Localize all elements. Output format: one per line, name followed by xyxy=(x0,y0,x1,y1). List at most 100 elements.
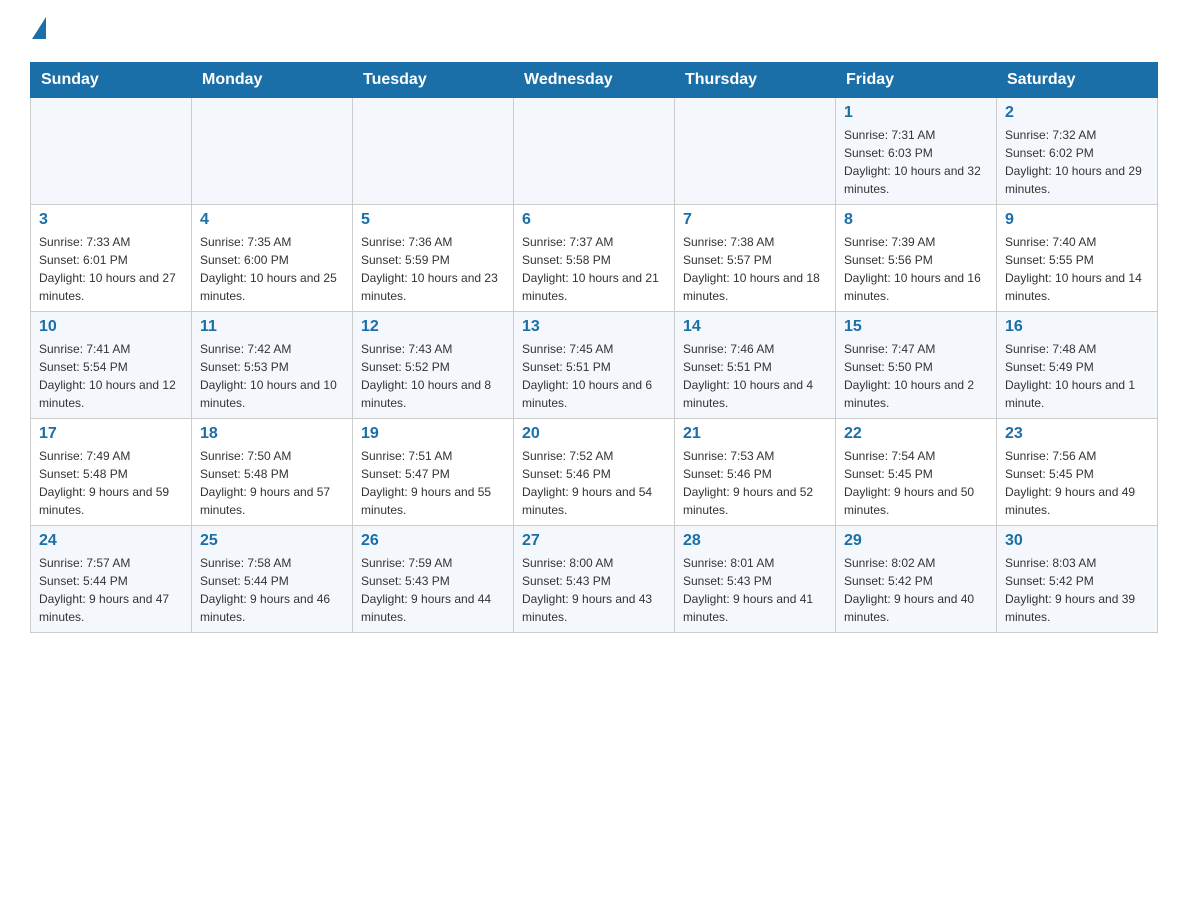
day-of-week-header: Monday xyxy=(192,63,353,98)
day-number: 5 xyxy=(361,211,505,229)
calendar-cell: 22 Sunrise: 7:54 AM Sunset: 5:45 PM Dayli… xyxy=(836,419,997,526)
day-number: 14 xyxy=(683,318,827,336)
day-number: 2 xyxy=(1005,104,1149,122)
day-info: Sunrise: 7:38 AM Sunset: 5:57 PM Dayligh… xyxy=(683,233,827,305)
calendar-cell: 12 Sunrise: 7:43 AM Sunset: 5:52 PM Dayli… xyxy=(353,312,514,419)
day-info: Sunrise: 7:48 AM Sunset: 5:49 PM Dayligh… xyxy=(1005,340,1149,412)
calendar-cell: 25 Sunrise: 7:58 AM Sunset: 5:44 PM Dayli… xyxy=(192,526,353,633)
day-info: Sunrise: 7:41 AM Sunset: 5:54 PM Dayligh… xyxy=(39,340,183,412)
day-number: 17 xyxy=(39,425,183,443)
day-info: Sunrise: 8:00 AM Sunset: 5:43 PM Dayligh… xyxy=(522,554,666,626)
calendar-cell: 29 Sunrise: 8:02 AM Sunset: 5:42 PM Dayli… xyxy=(836,526,997,633)
calendar-cell: 17 Sunrise: 7:49 AM Sunset: 5:48 PM Dayli… xyxy=(31,419,192,526)
day-number: 16 xyxy=(1005,318,1149,336)
day-info: Sunrise: 7:32 AM Sunset: 6:02 PM Dayligh… xyxy=(1005,126,1149,198)
calendar-cell: 30 Sunrise: 8:03 AM Sunset: 5:42 PM Dayli… xyxy=(997,526,1158,633)
day-number: 3 xyxy=(39,211,183,229)
day-info: Sunrise: 7:56 AM Sunset: 5:45 PM Dayligh… xyxy=(1005,447,1149,519)
calendar-table: SundayMondayTuesdayWednesdayThursdayFrid… xyxy=(30,62,1158,633)
day-info: Sunrise: 7:42 AM Sunset: 5:53 PM Dayligh… xyxy=(200,340,344,412)
calendar-week-row: 3 Sunrise: 7:33 AM Sunset: 6:01 PM Daylig… xyxy=(31,205,1158,312)
day-of-week-header: Thursday xyxy=(675,63,836,98)
day-number: 6 xyxy=(522,211,666,229)
day-number: 12 xyxy=(361,318,505,336)
day-number: 8 xyxy=(844,211,988,229)
day-info: Sunrise: 7:35 AM Sunset: 6:00 PM Dayligh… xyxy=(200,233,344,305)
day-info: Sunrise: 7:51 AM Sunset: 5:47 PM Dayligh… xyxy=(361,447,505,519)
day-info: Sunrise: 7:33 AM Sunset: 6:01 PM Dayligh… xyxy=(39,233,183,305)
calendar-cell: 4 Sunrise: 7:35 AM Sunset: 6:00 PM Daylig… xyxy=(192,205,353,312)
calendar-header-row: SundayMondayTuesdayWednesdayThursdayFrid… xyxy=(31,63,1158,98)
day-info: Sunrise: 8:01 AM Sunset: 5:43 PM Dayligh… xyxy=(683,554,827,626)
calendar-week-row: 1 Sunrise: 7:31 AM Sunset: 6:03 PM Daylig… xyxy=(31,98,1158,205)
day-info: Sunrise: 7:46 AM Sunset: 5:51 PM Dayligh… xyxy=(683,340,827,412)
calendar-cell: 11 Sunrise: 7:42 AM Sunset: 5:53 PM Dayli… xyxy=(192,312,353,419)
day-info: Sunrise: 7:40 AM Sunset: 5:55 PM Dayligh… xyxy=(1005,233,1149,305)
calendar-week-row: 10Sunrise: 7:41 AM Sunset: 5:54 PM Dayli… xyxy=(31,312,1158,419)
day-info: Sunrise: 8:02 AM Sunset: 5:42 PM Dayligh… xyxy=(844,554,988,626)
day-info: Sunrise: 7:54 AM Sunset: 5:45 PM Dayligh… xyxy=(844,447,988,519)
day-number: 27 xyxy=(522,532,666,550)
day-info: Sunrise: 7:59 AM Sunset: 5:43 PM Dayligh… xyxy=(361,554,505,626)
day-info: Sunrise: 7:43 AM Sunset: 5:52 PM Dayligh… xyxy=(361,340,505,412)
calendar-cell: 28 Sunrise: 8:01 AM Sunset: 5:43 PM Dayli… xyxy=(675,526,836,633)
calendar-cell xyxy=(353,98,514,205)
calendar-cell: 19 Sunrise: 7:51 AM Sunset: 5:47 PM Dayli… xyxy=(353,419,514,526)
calendar-cell: 14 Sunrise: 7:46 AM Sunset: 5:51 PM Dayli… xyxy=(675,312,836,419)
day-info: Sunrise: 7:57 AM Sunset: 5:44 PM Dayligh… xyxy=(39,554,183,626)
day-number: 15 xyxy=(844,318,988,336)
calendar-cell: 1 Sunrise: 7:31 AM Sunset: 6:03 PM Daylig… xyxy=(836,98,997,205)
day-of-week-header: Wednesday xyxy=(514,63,675,98)
calendar-cell: 13 Sunrise: 7:45 AM Sunset: 5:51 PM Dayli… xyxy=(514,312,675,419)
calendar-cell xyxy=(31,98,192,205)
day-info: Sunrise: 7:53 AM Sunset: 5:46 PM Dayligh… xyxy=(683,447,827,519)
calendar-cell: 3 Sunrise: 7:33 AM Sunset: 6:01 PM Daylig… xyxy=(31,205,192,312)
day-number: 22 xyxy=(844,425,988,443)
day-info: Sunrise: 8:03 AM Sunset: 5:42 PM Dayligh… xyxy=(1005,554,1149,626)
day-number: 29 xyxy=(844,532,988,550)
day-number: 19 xyxy=(361,425,505,443)
logo xyxy=(30,20,46,42)
day-info: Sunrise: 7:37 AM Sunset: 5:58 PM Dayligh… xyxy=(522,233,666,305)
day-of-week-header: Sunday xyxy=(31,63,192,98)
day-info: Sunrise: 7:36 AM Sunset: 5:59 PM Dayligh… xyxy=(361,233,505,305)
day-info: Sunrise: 7:52 AM Sunset: 5:46 PM Dayligh… xyxy=(522,447,666,519)
calendar-cell: 15Sunrise: 7:47 AM Sunset: 5:50 PM Dayli… xyxy=(836,312,997,419)
day-info: Sunrise: 7:31 AM Sunset: 6:03 PM Dayligh… xyxy=(844,126,988,198)
day-number: 24 xyxy=(39,532,183,550)
day-info: Sunrise: 7:45 AM Sunset: 5:51 PM Dayligh… xyxy=(522,340,666,412)
day-info: Sunrise: 7:49 AM Sunset: 5:48 PM Dayligh… xyxy=(39,447,183,519)
day-info: Sunrise: 7:58 AM Sunset: 5:44 PM Dayligh… xyxy=(200,554,344,626)
day-of-week-header: Saturday xyxy=(997,63,1158,98)
day-number: 13 xyxy=(522,318,666,336)
calendar-cell: 20 Sunrise: 7:52 AM Sunset: 5:46 PM Dayli… xyxy=(514,419,675,526)
calendar-cell: 18 Sunrise: 7:50 AM Sunset: 5:48 PM Dayli… xyxy=(192,419,353,526)
day-number: 11 xyxy=(200,318,344,336)
day-number: 18 xyxy=(200,425,344,443)
day-number: 4 xyxy=(200,211,344,229)
calendar-cell xyxy=(675,98,836,205)
calendar-cell: 7 Sunrise: 7:38 AM Sunset: 5:57 PM Daylig… xyxy=(675,205,836,312)
day-number: 30 xyxy=(1005,532,1149,550)
day-info: Sunrise: 7:39 AM Sunset: 5:56 PM Dayligh… xyxy=(844,233,988,305)
day-number: 28 xyxy=(683,532,827,550)
day-number: 7 xyxy=(683,211,827,229)
calendar-cell: 16 Sunrise: 7:48 AM Sunset: 5:49 PM Dayli… xyxy=(997,312,1158,419)
day-number: 26 xyxy=(361,532,505,550)
calendar-cell: 6 Sunrise: 7:37 AM Sunset: 5:58 PM Daylig… xyxy=(514,205,675,312)
calendar-week-row: 17 Sunrise: 7:49 AM Sunset: 5:48 PM Dayli… xyxy=(31,419,1158,526)
day-number: 23 xyxy=(1005,425,1149,443)
calendar-cell: 23 Sunrise: 7:56 AM Sunset: 5:45 PM Dayli… xyxy=(997,419,1158,526)
day-info: Sunrise: 7:50 AM Sunset: 5:48 PM Dayligh… xyxy=(200,447,344,519)
calendar-cell: 2 Sunrise: 7:32 AM Sunset: 6:02 PM Daylig… xyxy=(997,98,1158,205)
page-header xyxy=(30,20,1158,42)
day-number: 25 xyxy=(200,532,344,550)
calendar-cell: 5 Sunrise: 7:36 AM Sunset: 5:59 PM Daylig… xyxy=(353,205,514,312)
day-number: 1 xyxy=(844,104,988,122)
day-number: 9 xyxy=(1005,211,1149,229)
day-number: 20 xyxy=(522,425,666,443)
calendar-cell: 10Sunrise: 7:41 AM Sunset: 5:54 PM Dayli… xyxy=(31,312,192,419)
calendar-week-row: 24 Sunrise: 7:57 AM Sunset: 5:44 PM Dayli… xyxy=(31,526,1158,633)
calendar-cell: 26 Sunrise: 7:59 AM Sunset: 5:43 PM Dayli… xyxy=(353,526,514,633)
calendar-cell: 27 Sunrise: 8:00 AM Sunset: 5:43 PM Dayli… xyxy=(514,526,675,633)
